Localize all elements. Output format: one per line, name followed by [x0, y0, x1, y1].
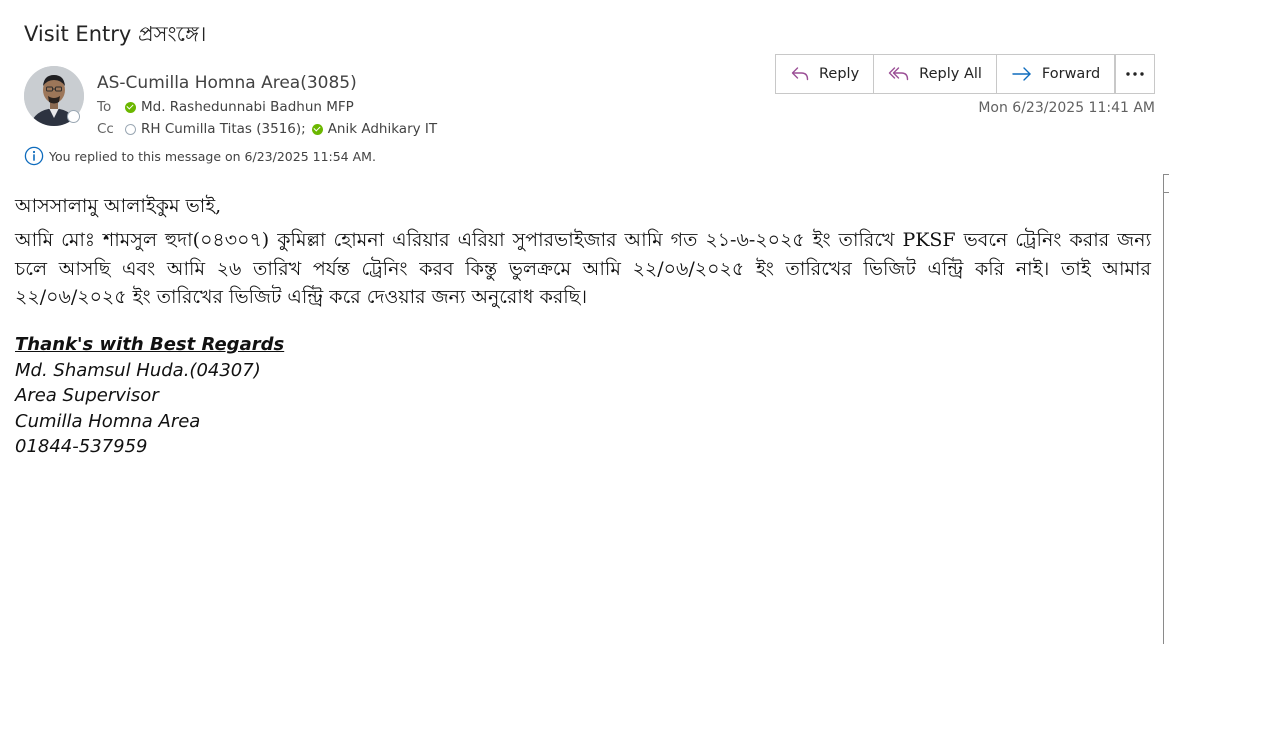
reply-label: Reply — [819, 66, 860, 82]
body-paragraph: আমি মোঃ শামসুল হুদা(০৪৩০৭) কুমিল্লা হোমন… — [15, 229, 1151, 308]
presence-status-icon — [67, 110, 80, 123]
message-body: আসসালামু আলাইকুম ভাই, আমি মোঃ শামসুল হুদ… — [15, 192, 1151, 312]
message-actions-toolbar: Reply Reply All Forward — [775, 54, 1116, 94]
available-status-icon — [311, 123, 323, 135]
reply-all-label: Reply All — [919, 66, 982, 82]
reading-pane-divider — [1163, 174, 1164, 644]
reply-info-text: You replied to this message on 6/23/2025… — [49, 148, 376, 164]
cc-recipient[interactable]: Anik Adhikary IT — [328, 121, 437, 137]
reply-all-button[interactable]: Reply All — [874, 55, 997, 93]
divider-tick — [1163, 174, 1169, 175]
to-label: To — [97, 99, 112, 115]
available-status-icon — [125, 101, 136, 113]
offline-status-icon — [125, 123, 136, 135]
signature-phone: 01844-537959 — [15, 436, 148, 458]
forward-button[interactable]: Forward — [997, 55, 1114, 93]
forward-icon — [1012, 67, 1031, 81]
divider-tick — [1163, 192, 1169, 193]
signature-name: Md. Shamsul Huda.(04307) — [15, 359, 261, 381]
reply-button[interactable]: Reply — [776, 55, 875, 93]
sender-name[interactable]: AS-Cumilla Homna Area(3085) — [97, 73, 357, 93]
info-icon — [24, 146, 44, 166]
reply-all-icon — [888, 67, 909, 81]
email-subject: Visit Entry প্রসংঙ্গে। — [24, 22, 207, 46]
more-horizontal-icon — [1126, 72, 1144, 76]
to-row: To Md. Rashedunnabi Badhun MFP — [97, 99, 354, 115]
cc-row: Cc RH Cumilla Titas (3516); Anik Adhikar… — [97, 121, 437, 137]
reply-info-bar: You replied to this message on 6/23/2025… — [24, 146, 376, 166]
signature-regards: Thank's with Best Regards — [15, 334, 285, 355]
message-timestamp: Mon 6/23/2025 11:41 AM — [978, 100, 1155, 116]
email-signature: Thank's with Best Regards Md. Shamsul Hu… — [15, 332, 284, 460]
cc-recipient[interactable]: RH Cumilla Titas (3516); — [141, 121, 306, 137]
cc-label: Cc — [97, 121, 114, 137]
to-recipient[interactable]: Md. Rashedunnabi Badhun MFP — [141, 99, 354, 115]
forward-label: Forward — [1041, 66, 1101, 82]
signature-area: Cumilla Homna Area — [15, 410, 201, 432]
reply-icon — [791, 67, 809, 81]
signature-title: Area Supervisor — [15, 385, 159, 407]
more-actions-button[interactable] — [1115, 54, 1155, 94]
body-greeting: আসসালামু আলাইকুম ভাই, — [15, 195, 222, 217]
